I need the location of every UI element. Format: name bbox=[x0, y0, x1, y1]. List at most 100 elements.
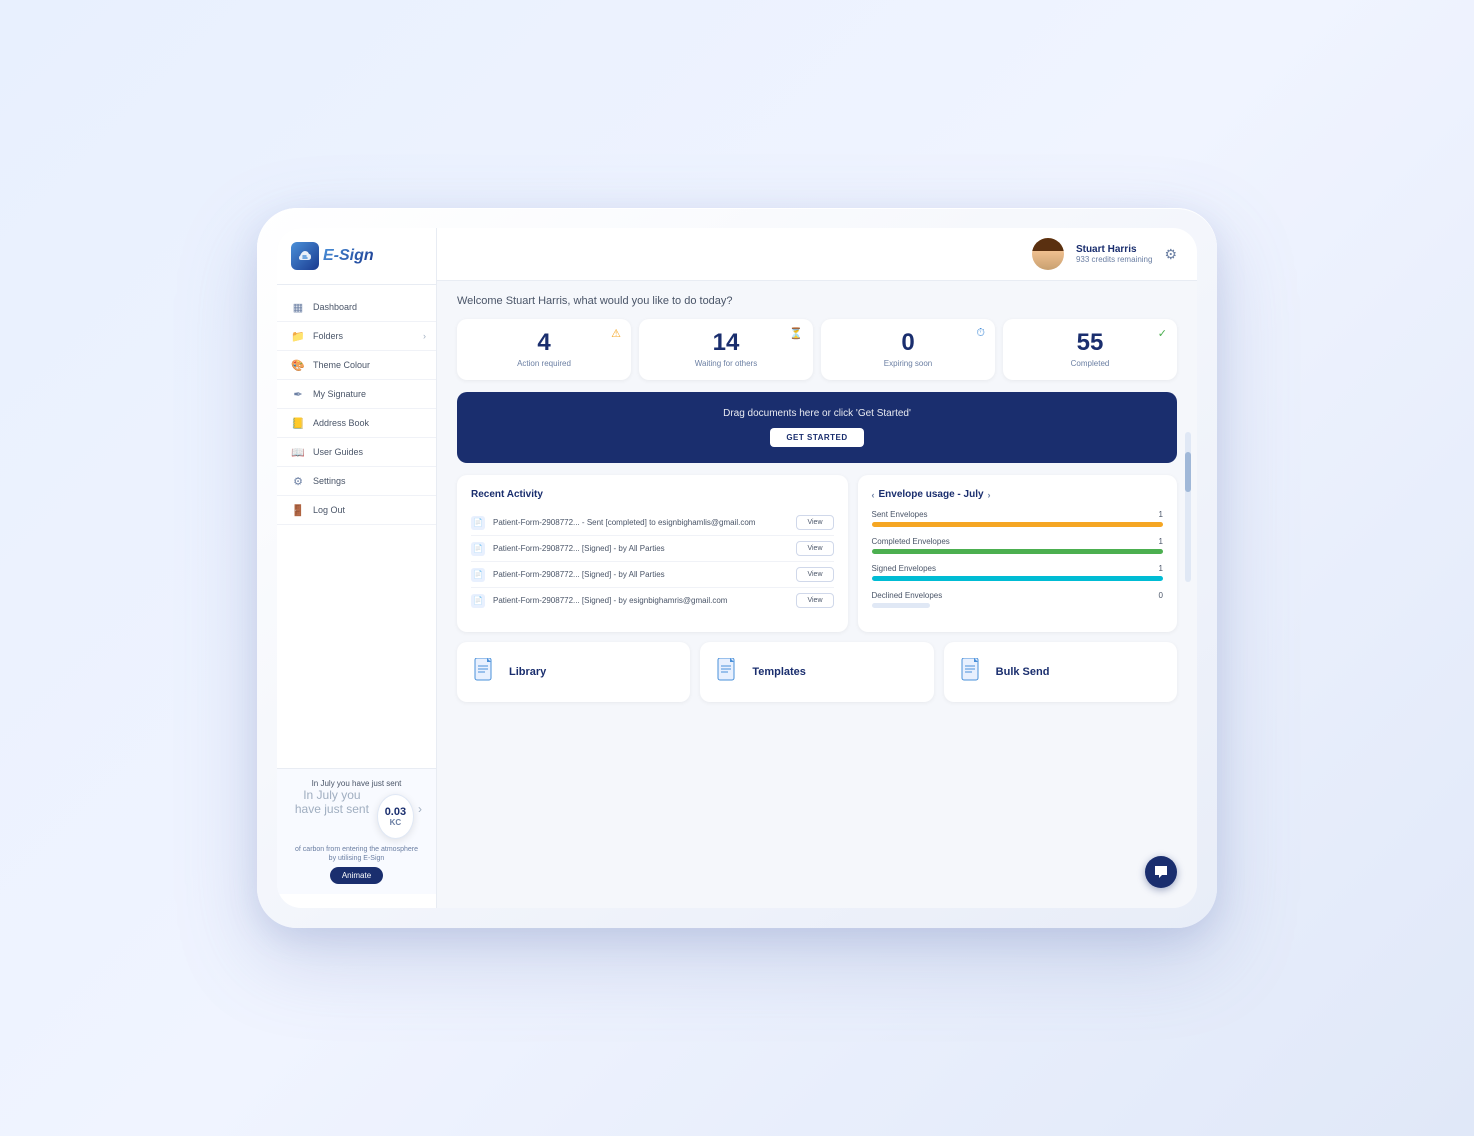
activity-text-1: Patient-Form-2908772... [Signed] - by Al… bbox=[493, 544, 788, 553]
nav-icon: 📖 bbox=[291, 445, 305, 459]
bottom-card-label-2: Bulk Send bbox=[996, 666, 1050, 678]
stat-card-0: ⚠ 4 Action required bbox=[457, 319, 631, 380]
bottom-card-label-1: Templates bbox=[752, 666, 806, 678]
envelope-row-value-2: 1 bbox=[1159, 564, 1163, 573]
get-started-button[interactable]: GET STARTED bbox=[770, 428, 863, 447]
view-button-2[interactable]: View bbox=[796, 567, 833, 582]
nav-icon: ✒ bbox=[291, 387, 305, 401]
activity-item-1: 📄 Patient-Form-2908772... [Signed] - by … bbox=[471, 536, 834, 562]
envelope-row-label-1: Completed Envelopes bbox=[872, 537, 950, 546]
stat-icon-2: ⏱ bbox=[976, 327, 985, 340]
stat-card-1: ⏳ 14 Waiting for others bbox=[639, 319, 813, 380]
activity-text-3: Patient-Form-2908772... [Signed] - by es… bbox=[493, 596, 788, 605]
envelope-row-0: Sent Envelopes 1 bbox=[872, 510, 1164, 527]
bottom-card-icon-1 bbox=[714, 656, 742, 688]
stat-icon-1: ⏳ bbox=[789, 327, 803, 340]
carbon-value: 0.03 bbox=[385, 806, 406, 818]
logo-area: E-Sign bbox=[277, 242, 436, 285]
envelope-row-3: Declined Envelopes 0 bbox=[872, 591, 1164, 608]
bottom-card-label-0: Library bbox=[509, 666, 546, 678]
nav-icon: ⚙ bbox=[291, 474, 305, 488]
settings-icon[interactable]: ⚙ bbox=[1164, 246, 1177, 263]
activity-list: 📄 Patient-Form-2908772... - Sent [comple… bbox=[471, 510, 834, 613]
nav-label: Folders bbox=[313, 331, 343, 341]
carbon-chevron-right[interactable]: › bbox=[418, 802, 422, 816]
activity-icon-2: 📄 bbox=[471, 568, 485, 582]
activity-item-3: 📄 Patient-Form-2908772... [Signed] - by … bbox=[471, 588, 834, 613]
nav-label: Log Out bbox=[313, 505, 345, 515]
carbon-label: In July you have just sent bbox=[291, 779, 422, 788]
view-button-0[interactable]: View bbox=[796, 515, 833, 530]
scrollbar-thumb bbox=[1185, 452, 1191, 492]
nav-label: Theme Colour bbox=[313, 360, 370, 370]
logo-text: E-Sign bbox=[323, 247, 374, 265]
carbon-chevron-left[interactable]: In July you have just sent bbox=[291, 788, 373, 816]
dashboard: Welcome Stuart Harris, what would you li… bbox=[437, 281, 1197, 908]
nav-icon: ▦ bbox=[291, 300, 305, 314]
activity-icon-3: 📄 bbox=[471, 594, 485, 608]
envelope-row-value-1: 1 bbox=[1159, 537, 1163, 546]
activity-text-2: Patient-Form-2908772... [Signed] - by Al… bbox=[493, 570, 788, 579]
bottom-card-icon-0 bbox=[471, 656, 499, 688]
bottom-card-bulk send[interactable]: Bulk Send bbox=[944, 642, 1177, 702]
envelope-row-1: Completed Envelopes 1 bbox=[872, 537, 1164, 554]
recent-activity-card: Recent Activity 📄 Patient-Form-2908772..… bbox=[457, 475, 848, 632]
envelope-chevron-right[interactable]: › bbox=[988, 490, 991, 500]
envelope-row-label-3: Declined Envelopes bbox=[872, 591, 943, 600]
progress-bar-0 bbox=[872, 522, 1164, 527]
sidebar-carbon: In July you have just sent In July you h… bbox=[277, 768, 436, 894]
view-button-3[interactable]: View bbox=[796, 593, 833, 608]
sidebar-item-dashboard[interactable]: ▦ Dashboard bbox=[277, 293, 436, 322]
sidebar-item-address-book[interactable]: 📒 Address Book bbox=[277, 409, 436, 438]
bottom-card-library[interactable]: Library bbox=[457, 642, 690, 702]
sidebar-item-folders[interactable]: 📁 Folders › bbox=[277, 322, 436, 351]
stats-row: ⚠ 4 Action required ⏳ 14 Waiting for oth… bbox=[457, 319, 1177, 380]
header: Stuart Harris 933 credits remaining ⚙ bbox=[437, 228, 1197, 281]
envelope-chevron-left[interactable]: ‹ bbox=[872, 490, 875, 500]
stat-label-0: Action required bbox=[469, 359, 619, 368]
sidebar-item-user-guides[interactable]: 📖 User Guides bbox=[277, 438, 436, 467]
chat-button[interactable] bbox=[1145, 856, 1177, 888]
envelope-rows: Sent Envelopes 1 Completed Envelopes 1 S… bbox=[872, 510, 1164, 608]
animate-button[interactable]: Animate bbox=[330, 867, 383, 884]
envelope-row-label-0: Sent Envelopes bbox=[872, 510, 928, 519]
stat-label-3: Completed bbox=[1015, 359, 1165, 368]
carbon-cloud: 0.03 KC bbox=[377, 794, 414, 839]
user-credits: 933 credits remaining bbox=[1076, 255, 1152, 264]
stat-icon-3: ✓ bbox=[1158, 327, 1167, 340]
stat-card-2: ⏱ 0 Expiring soon bbox=[821, 319, 995, 380]
recent-activity-title: Recent Activity bbox=[471, 489, 834, 500]
welcome-text: Welcome Stuart Harris, what would you li… bbox=[457, 295, 1177, 307]
logo-icon bbox=[291, 242, 319, 270]
user-name: Stuart Harris bbox=[1076, 244, 1152, 255]
sidebar-item-theme-colour[interactable]: 🎨 Theme Colour bbox=[277, 351, 436, 380]
nav-label: Address Book bbox=[313, 418, 369, 428]
avatar bbox=[1032, 238, 1064, 270]
stat-number-1: 14 bbox=[651, 331, 801, 355]
envelope-title: ‹ Envelope usage - July › bbox=[872, 489, 991, 500]
progress-bar-1 bbox=[872, 549, 1164, 554]
progress-bar-2 bbox=[872, 576, 1164, 581]
activity-icon-0: 📄 bbox=[471, 516, 485, 530]
envelope-row-value-3: 0 bbox=[1159, 591, 1163, 600]
stat-card-3: ✓ 55 Completed bbox=[1003, 319, 1177, 380]
sidebar-item-settings[interactable]: ⚙ Settings bbox=[277, 467, 436, 496]
envelope-usage-card: ‹ Envelope usage - July › Sent Envelopes… bbox=[858, 475, 1178, 632]
view-button-1[interactable]: View bbox=[796, 541, 833, 556]
envelope-row-value-0: 1 bbox=[1159, 510, 1163, 519]
carbon-unit: KC bbox=[390, 818, 402, 827]
bottom-card-templates[interactable]: Templates bbox=[700, 642, 933, 702]
stat-number-3: 55 bbox=[1015, 331, 1165, 355]
logo: E-Sign bbox=[291, 242, 422, 270]
scrollbar-track[interactable] bbox=[1185, 432, 1191, 582]
sidebar-item-log-out[interactable]: 🚪 Log Out bbox=[277, 496, 436, 525]
main-content: Stuart Harris 933 credits remaining ⚙ We… bbox=[437, 228, 1197, 908]
sidebar: E-Sign ▦ Dashboard 📁 Folders › 🎨 Theme C… bbox=[277, 228, 437, 908]
sidebar-item-my-signature[interactable]: ✒ My Signature bbox=[277, 380, 436, 409]
carbon-desc: of carbon from entering the atmosphere b… bbox=[291, 845, 422, 863]
stat-label-1: Waiting for others bbox=[651, 359, 801, 368]
stat-icon-0: ⚠ bbox=[611, 327, 621, 340]
two-col: Recent Activity 📄 Patient-Form-2908772..… bbox=[457, 475, 1177, 632]
upload-area: Drag documents here or click 'Get Starte… bbox=[457, 392, 1177, 463]
nav-icon: 🎨 bbox=[291, 358, 305, 372]
